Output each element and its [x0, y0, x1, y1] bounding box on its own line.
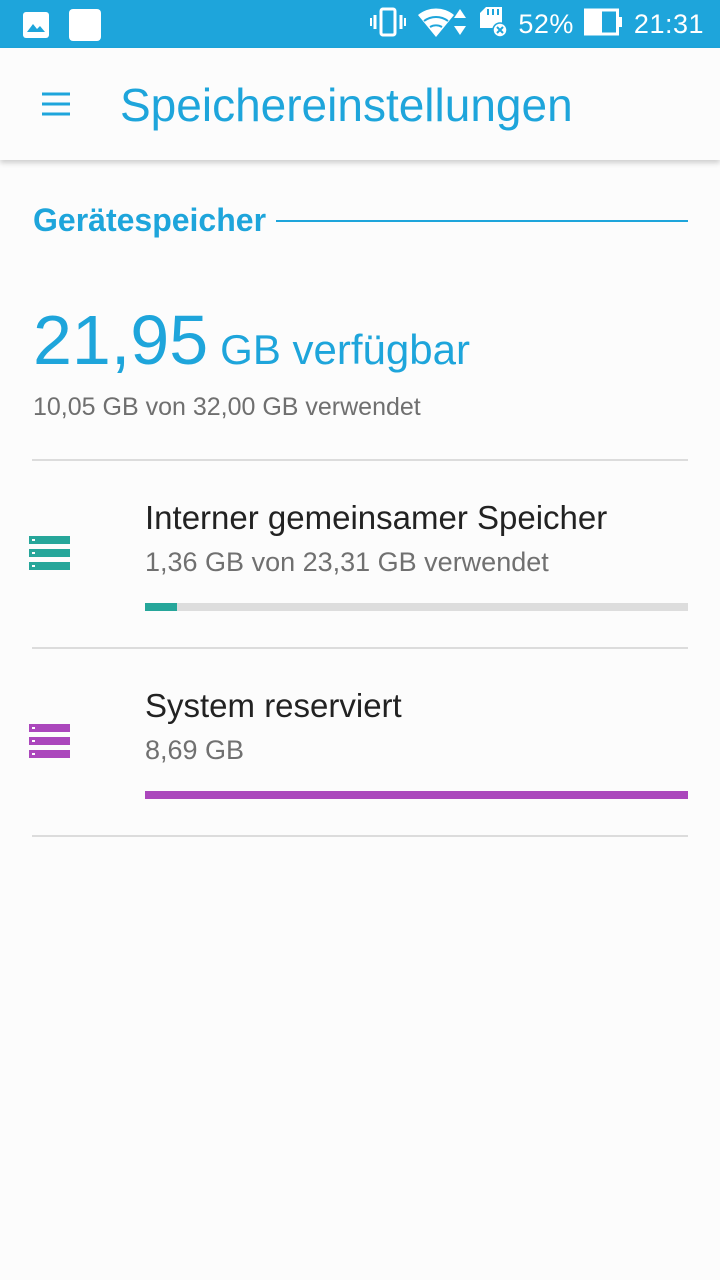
- storage-item-subtitle: 8,69 GB: [145, 735, 245, 765]
- storage-item-internal-shared[interactable]: Interner gemeinsamer Speicher 1,36 GB vo…: [0, 461, 720, 647]
- status-bar: 52% 21:31: [0, 0, 720, 48]
- usage-progress-fill: [145, 791, 688, 799]
- available-unit-label: GB verfügbar: [220, 326, 470, 373]
- section-title: Gerätespeicher: [33, 201, 267, 238]
- hamburger-menu-icon[interactable]: [38, 86, 74, 122]
- storage-list-icon: [29, 536, 70, 570]
- wifi-icon: [416, 5, 468, 44]
- section-header-device-storage: Gerätespeicher: [33, 200, 688, 240]
- battery-percent: 52%: [518, 8, 574, 39]
- used-summary-text: 10,05 GB von 32,00 GB verwendet: [33, 393, 421, 421]
- square-notification-icon: [68, 8, 102, 47]
- sd-card-icon: [478, 6, 509, 43]
- storage-item-title: System reserviert: [145, 687, 402, 724]
- available-amount: 21,95: [33, 301, 209, 379]
- battery-icon: [583, 8, 624, 41]
- usage-progress-bar: [145, 791, 688, 799]
- divider: [32, 835, 688, 837]
- clock: 21:31: [633, 8, 704, 39]
- app-bar: Speichereinstellungen: [0, 48, 720, 160]
- storage-item-title: Interner gemeinsamer Speicher: [145, 499, 608, 536]
- storage-item-subtitle: 1,36 GB von 23,31 GB verwendet: [145, 547, 549, 577]
- storage-available-summary: 21,95 GB verfügbar: [33, 300, 470, 380]
- vibrate-icon: [370, 7, 407, 42]
- storage-item-system-reserved[interactable]: System reserviert 8,69 GB: [0, 649, 720, 835]
- section-divider-line: [276, 220, 688, 222]
- usage-progress-bar: [145, 603, 688, 611]
- page-title: Speichereinstellungen: [120, 79, 573, 131]
- image-notification-icon: [22, 11, 50, 44]
- storage-list-icon: [29, 724, 70, 758]
- usage-progress-fill: [145, 603, 177, 611]
